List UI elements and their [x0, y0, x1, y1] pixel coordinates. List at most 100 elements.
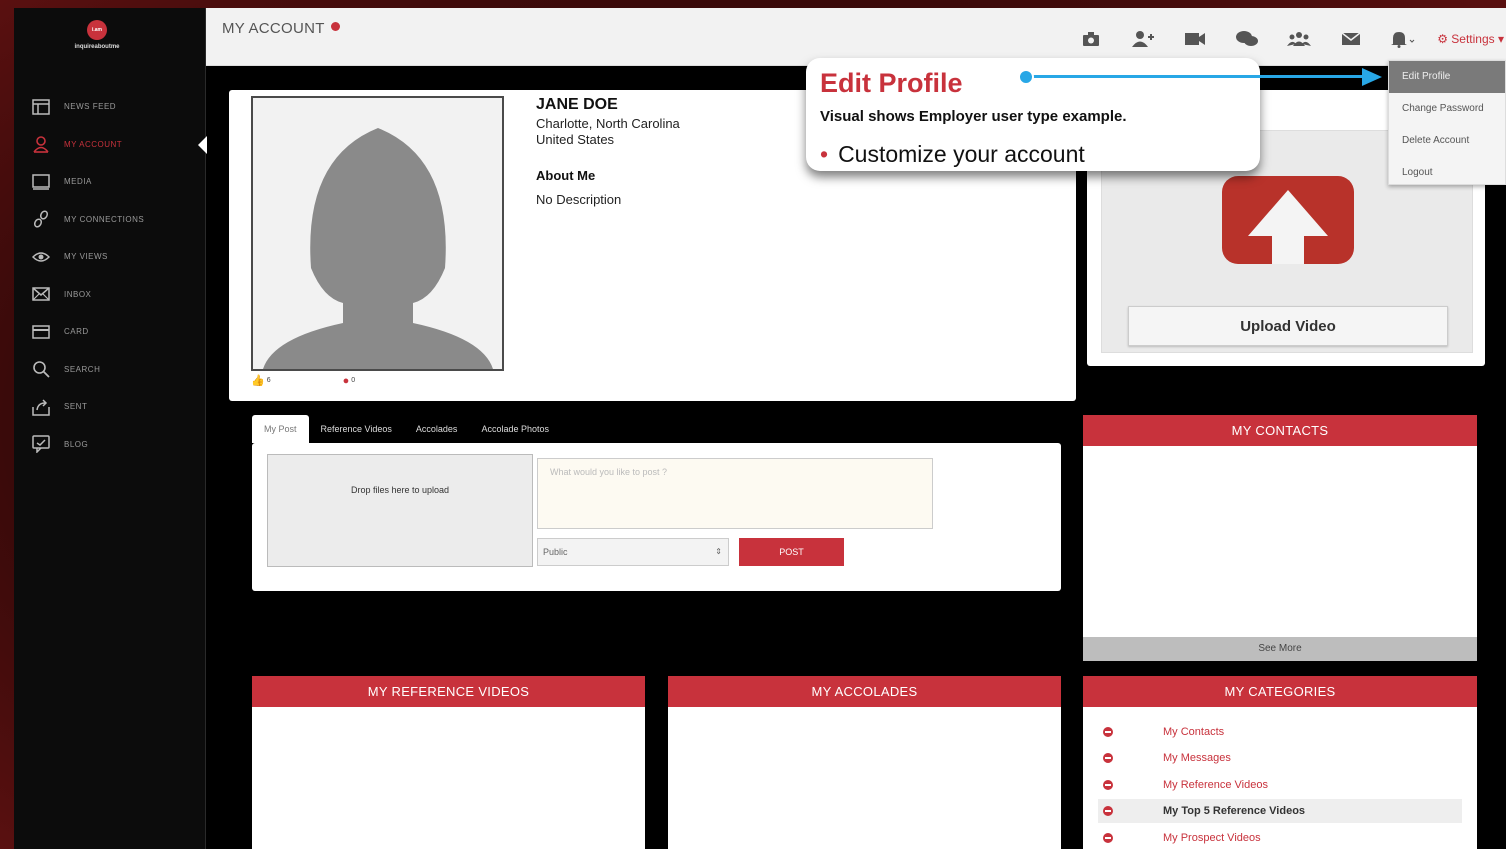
reference-videos-header: MY REFERENCE VIDEOS — [252, 676, 645, 707]
see-more-button[interactable]: See More — [1083, 637, 1477, 661]
category-label: My Top 5 Reference Videos — [1163, 805, 1306, 817]
file-drop-zone[interactable]: Drop files here to upload — [267, 454, 533, 567]
menu-item-change-password[interactable]: Change Password — [1389, 93, 1505, 125]
category-label: My Prospect Videos — [1163, 832, 1261, 844]
profile-stats: 👍 6 ● 0 — [251, 374, 427, 388]
comments-stat[interactable]: ● 0 — [343, 375, 356, 387]
avatar[interactable] — [251, 96, 504, 371]
share-icon — [32, 398, 50, 416]
menu-item-delete-account[interactable]: Delete Account — [1389, 125, 1505, 157]
select-arrow-icon: ⇕ — [715, 547, 722, 556]
sidebar-item-label: NEWS FEED — [64, 102, 117, 112]
categories-header: MY CATEGORIES — [1083, 676, 1477, 707]
link-icon — [32, 210, 50, 228]
comment-icon: ● — [342, 374, 350, 387]
category-item[interactable]: My Contacts — [1098, 720, 1462, 744]
likes-stat[interactable]: 👍 6 — [251, 374, 271, 387]
category-label: My Reference Videos — [1163, 779, 1268, 791]
page-title: MY ACCOUNT — [222, 20, 340, 37]
category-label: My Messages — [1163, 752, 1231, 764]
post-button[interactable]: POST — [739, 538, 844, 566]
thumbs-up-icon: 👍 — [251, 375, 265, 387]
logo-name: inquireaboutme — [74, 44, 120, 50]
app-frame: i.am inquireaboutme NEWS FEED MY ACCOUNT — [14, 8, 1506, 849]
contacts-header: MY CONTACTS — [1083, 415, 1477, 446]
tab-my-post[interactable]: My Post — [252, 415, 309, 443]
sidebar-item-my-connections[interactable]: MY CONNECTIONS — [14, 201, 206, 239]
privacy-select[interactable]: Public ⇕ — [537, 538, 729, 566]
tab-accolades[interactable]: Accolades — [404, 415, 470, 443]
post-textarea[interactable]: What would you like to post ? — [537, 458, 933, 529]
news-icon — [32, 98, 50, 116]
tab-accolade-photos[interactable]: Accolade Photos — [469, 415, 561, 443]
video-icon[interactable] — [1169, 32, 1221, 46]
remove-icon[interactable] — [1103, 727, 1113, 737]
likes-count: 6 — [266, 377, 271, 384]
settings-menu-toggle[interactable]: ⚙ Settings ▾ — [1437, 32, 1504, 46]
menu-item-logout[interactable]: Logout — [1389, 157, 1505, 189]
remove-icon[interactable] — [1103, 833, 1113, 843]
chat-icon[interactable] — [1221, 30, 1273, 48]
sidebar-item-label: SENT — [64, 402, 88, 412]
bell-icon[interactable] — [1377, 30, 1429, 48]
accolades-header: MY ACCOLADES — [668, 676, 1061, 707]
mail-icon[interactable] — [1325, 32, 1377, 46]
envelope-icon — [32, 285, 50, 303]
category-item[interactable]: My Reference Videos — [1098, 773, 1462, 797]
remove-icon[interactable] — [1103, 780, 1113, 790]
sidebar-item-label: MEDIA — [64, 177, 92, 187]
page-title-text: MY ACCOUNT — [222, 20, 325, 37]
category-label: My Contacts — [1163, 726, 1225, 738]
accolades-body — [668, 707, 1061, 849]
upload-icon — [1222, 176, 1354, 264]
sidebar-item-blog[interactable]: BLOG — [14, 426, 206, 464]
post-card: Drop files here to upload What would you… — [252, 443, 1061, 591]
about-heading: About Me — [536, 168, 596, 183]
card-icon — [32, 323, 50, 341]
add-user-icon[interactable] — [1117, 30, 1169, 48]
profile-country: United States — [536, 132, 615, 147]
logo-badge: i.am — [87, 20, 107, 40]
settings-dropdown: Edit Profile Change Password Delete Acco… — [1388, 60, 1506, 185]
sidebar-item-label: SEARCH — [64, 364, 101, 374]
about-text: No Description — [536, 192, 622, 207]
callout-bullet-text: Customize your account — [838, 141, 1085, 167]
sidebar-item-inbox[interactable]: INBOX — [14, 276, 206, 314]
eye-icon — [32, 248, 50, 266]
profile-city: Charlotte, North Carolina — [536, 116, 680, 131]
top-actions: ⚙ Settings ▾ — [1065, 30, 1506, 48]
sidebar-item-media[interactable]: MEDIA — [14, 163, 206, 201]
profile-name: JANE DOE — [536, 96, 618, 113]
reference-videos-body — [252, 707, 645, 849]
category-item[interactable]: My Prospect Videos — [1098, 826, 1462, 849]
post-tabs: My Post Reference Videos Accolades Accol… — [252, 415, 561, 443]
profile-location: Charlotte, North Carolina United States — [536, 116, 680, 148]
bullet-icon: • — [820, 141, 829, 167]
arrow-head-icon — [1362, 68, 1382, 86]
contacts-body — [1083, 446, 1477, 637]
category-item-selected[interactable]: My Top 5 Reference Videos — [1098, 799, 1462, 823]
blog-icon — [32, 435, 50, 454]
settings-label: Settings — [1451, 32, 1495, 46]
sidebar-item-my-views[interactable]: MY VIEWS — [14, 238, 206, 276]
sidebar-item-search[interactable]: SEARCH — [14, 351, 206, 389]
logo[interactable]: i.am inquireaboutme — [62, 20, 132, 50]
callout-title: Edit Profile — [820, 68, 963, 98]
remove-icon[interactable] — [1103, 753, 1113, 763]
menu-item-edit-profile[interactable]: Edit Profile — [1389, 61, 1505, 93]
sidebar-item-my-account[interactable]: MY ACCOUNT — [14, 126, 207, 164]
comments-count: 0 — [351, 377, 356, 384]
sidebar-item-label: MY ACCOUNT — [64, 139, 123, 149]
remove-icon[interactable] — [1103, 806, 1113, 816]
sidebar-item-news-feed[interactable]: NEWS FEED — [14, 88, 206, 126]
sidebar-item-card[interactable]: CARD — [14, 313, 206, 351]
upload-video-button[interactable]: Upload Video — [1128, 306, 1448, 346]
sidebar-item-label: INBOX — [64, 289, 92, 299]
camera-icon[interactable] — [1065, 31, 1117, 47]
group-icon[interactable] — [1273, 31, 1325, 47]
sidebar-item-sent[interactable]: SENT — [14, 388, 206, 426]
tab-reference-videos[interactable]: Reference Videos — [309, 415, 404, 443]
media-icon — [32, 173, 50, 191]
category-item[interactable]: My Messages — [1098, 746, 1462, 770]
privacy-value: Public — [543, 547, 568, 557]
